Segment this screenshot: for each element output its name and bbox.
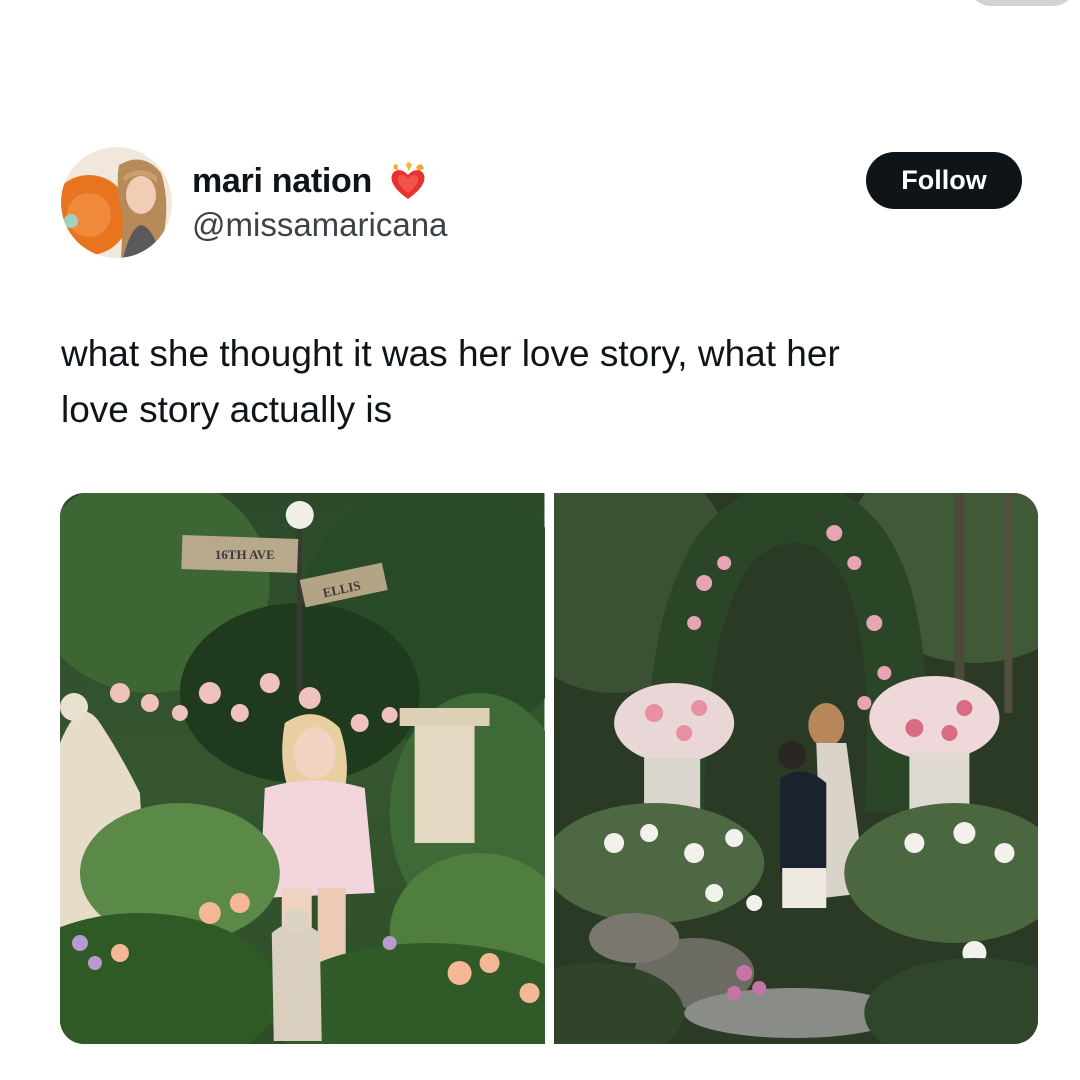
avatar[interactable]	[61, 147, 172, 258]
follow-button[interactable]: Follow	[866, 152, 1022, 209]
street-sign-16th-ave: 16TH AVE	[181, 534, 299, 574]
photo-garden-portrait[interactable]: 16TH AVE ELLIS	[60, 493, 545, 1044]
user-handle[interactable]: @missamaricana	[192, 206, 447, 244]
tweet-text: what she thought it was her love story, …	[61, 326, 1021, 438]
media-grid: 16TH AVE ELLIS	[60, 493, 1038, 1044]
photo-garden-proposal[interactable]	[553, 493, 1038, 1044]
top-menu-pill[interactable]	[968, 0, 1076, 6]
tweet-text-line-1: what she thought it was her love story, …	[61, 333, 840, 374]
flaming-heart-icon	[391, 162, 425, 199]
svg-text:16TH AVE: 16TH AVE	[215, 547, 275, 562]
tweet-text-line-2: love story actually is	[61, 389, 393, 430]
display-name[interactable]: mari nation	[192, 162, 372, 201]
